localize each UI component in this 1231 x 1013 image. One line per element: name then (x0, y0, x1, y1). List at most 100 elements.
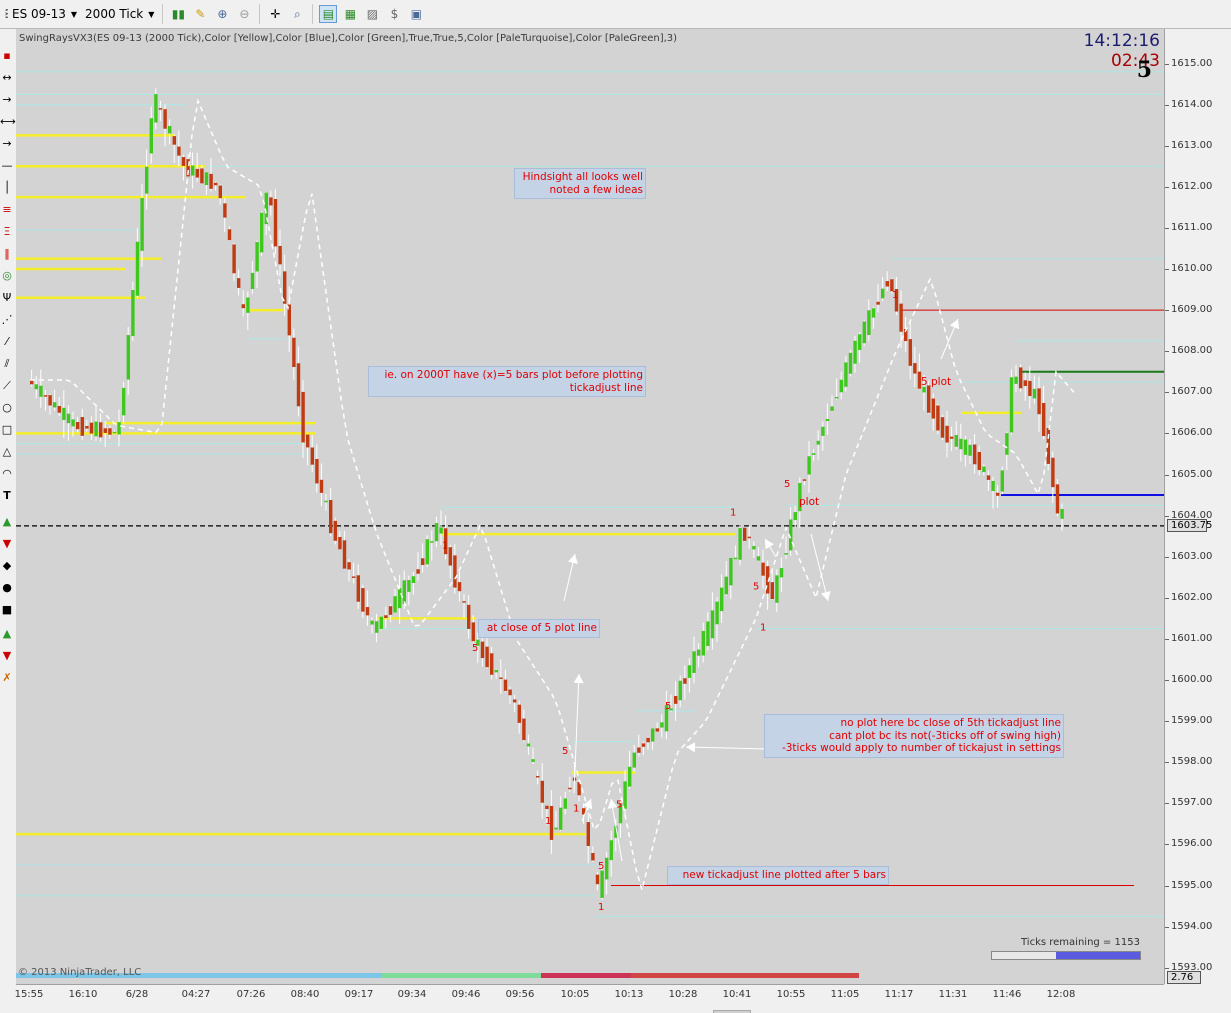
vertical-line-icon[interactable]: │ (0, 181, 14, 195)
note-close-of-5[interactable]: at close of 5 plot line (478, 619, 600, 638)
regression-icon[interactable]: ⁄ (0, 335, 14, 349)
candle-down (241, 304, 245, 309)
candle-down (232, 244, 236, 274)
candle-down (931, 398, 935, 419)
bar-count-label: 5 (598, 861, 604, 872)
arrow-line-icon[interactable]: ↔ (0, 71, 14, 85)
fib-extension-icon[interactable]: Ξ (0, 225, 14, 239)
arc-icon[interactable]: ◠ (0, 467, 14, 481)
candle-down (480, 641, 485, 659)
candle-down (1055, 484, 1060, 514)
zoom-icon[interactable]: ⊕ (213, 5, 231, 23)
extended-line-icon[interactable]: ⟷ (0, 115, 16, 129)
candle-down (908, 339, 912, 366)
candle-up (821, 426, 825, 436)
note-hindsight[interactable]: Hindsight all looks well noted a few ide… (514, 168, 646, 199)
ray-icon[interactable]: → (0, 93, 14, 107)
candle-up (968, 444, 972, 456)
candle-down (273, 199, 278, 247)
candle-down (99, 422, 103, 438)
fib-retracement-icon[interactable]: ≡ (0, 203, 14, 217)
horizontal-line-icon[interactable]: — (0, 159, 14, 173)
trend-channel-icon[interactable]: ⫽ (0, 357, 14, 371)
price-chart[interactable]: 1 5 1 5 1 5 5 1 5 1 5 1 5 1 SwingRaysVX3(ES 09-13 (20… (16, 29, 1164, 984)
price-tick-label: 1601.00 (1164, 632, 1213, 644)
chart-toolbar: ⁞ ES 09-13 ▼ 2000 Tick ▼ ▮▮ ✎ ⊕ ⊖ ✛ ⌕ ▤ … (0, 0, 1231, 29)
ticks-remaining-label: Ticks remaining = 1153 (1021, 937, 1140, 948)
candle-down (1019, 367, 1023, 389)
zoom-out-icon[interactable]: ⊖ (235, 5, 253, 23)
candle-up (678, 680, 682, 701)
candle-up (715, 601, 719, 625)
candle-up (430, 541, 434, 543)
time-tick-label: 10:28 (668, 989, 698, 1000)
data-box-icon[interactable]: ▣ (407, 5, 425, 23)
candle-down (448, 547, 452, 566)
magnifier-icon[interactable]: ⌕ (288, 5, 306, 23)
time-tick-label: 04:27 (181, 989, 211, 1000)
candle-up (779, 568, 784, 578)
candle-up (324, 500, 328, 503)
crosshair-icon[interactable]: ✛ (266, 5, 284, 23)
candle-up (260, 212, 264, 253)
time-tick-label: 09:56 (505, 989, 535, 1000)
fib-circle-icon[interactable]: ◎ (0, 269, 14, 283)
candle-up (154, 94, 158, 123)
ellipse-icon[interactable]: ○ (0, 401, 14, 415)
session-band (631, 973, 859, 978)
andrews-pitchfork-icon[interactable]: Ψ (0, 291, 14, 305)
candle-up (131, 289, 135, 337)
period-selector[interactable]: 2000 Tick ▼ (81, 3, 158, 25)
candle-down (177, 146, 181, 156)
time-tick-label: 09:34 (397, 989, 427, 1000)
candle-down (545, 805, 549, 810)
candle-down (885, 281, 889, 287)
dollar-icon[interactable]: $ (385, 5, 403, 23)
price-tick-label: 1602.00 (1164, 591, 1213, 603)
text-tool-icon[interactable]: T (0, 489, 14, 503)
chart-properties-icon[interactable]: ▨ (363, 5, 381, 23)
remove-drawings-icon[interactable]: ✗ (0, 671, 14, 685)
instrument-selector[interactable]: ES 09-13 ▼ (8, 3, 81, 25)
square-icon[interactable]: ■ (0, 603, 14, 617)
time-tick-label: 08:40 (290, 989, 320, 1000)
note-new-tickadjust[interactable]: new tickadjust line plotted after 5 bars (667, 866, 889, 885)
rectangle-icon[interactable]: □ (0, 423, 14, 437)
candle-down (462, 601, 466, 603)
time-tick-label: 10:05 (560, 989, 590, 1000)
note-no-plot[interactable]: no plot here bc close of 5th tickadjust … (764, 714, 1064, 758)
triangle-up-icon[interactable]: ▲ (0, 627, 14, 641)
drag-handle-icon[interactable]: ⋮ (0, 7, 14, 21)
candle-up (62, 407, 66, 420)
candle-up (881, 288, 885, 299)
candle-up (135, 241, 140, 296)
marker-icon[interactable]: ▪ (0, 49, 14, 63)
arrow-right-icon[interactable]: → (0, 137, 14, 151)
candle-down (770, 582, 774, 600)
price-axis[interactable]: 1615.00 1614.00 1613.00 1612.00 1611.00 1610.… (1164, 29, 1231, 984)
candle-up (1009, 377, 1014, 433)
pencil-icon[interactable]: ✎ (191, 5, 209, 23)
note-5-plot[interactable]: 5 plot (919, 374, 959, 391)
bar-count-label: 5 (784, 479, 790, 490)
note-bars-before-plotting[interactable]: ie. on 2000T have (x)=5 bars plot before… (368, 366, 646, 397)
diamond-icon[interactable]: ◆ (0, 559, 14, 573)
ruler-icon[interactable]: ⟋ (0, 379, 14, 393)
arrow-up-icon[interactable]: ▲ (0, 515, 14, 529)
price-tick-label: 1596.00 (1164, 838, 1213, 850)
time-tick-label: 6/28 (125, 989, 149, 1000)
candle-down (1042, 403, 1046, 437)
bar-style-icon[interactable]: ▮▮ (169, 5, 187, 23)
strategies-icon[interactable]: ▦ (341, 5, 359, 23)
time-axis[interactable]: 15:55 16:10 6/28 04:27 07:26 08:40 09:17 09:34 0… (15, 984, 1164, 1013)
note-line: at close of 5 plot line (486, 622, 597, 634)
dot-icon[interactable]: ● (0, 581, 14, 595)
toolbar-divider (259, 4, 261, 24)
triangle-down-icon[interactable]: ▼ (0, 649, 14, 663)
gann-fan-icon[interactable]: ⋰ (0, 313, 14, 327)
triangle-icon[interactable]: △ (0, 445, 14, 459)
indicators-icon[interactable]: ▤ (319, 5, 338, 23)
note-plot[interactable]: plot (797, 494, 823, 511)
fib-timezones-icon[interactable]: ‖ (0, 247, 14, 261)
arrow-down-icon[interactable]: ▼ (0, 537, 14, 551)
